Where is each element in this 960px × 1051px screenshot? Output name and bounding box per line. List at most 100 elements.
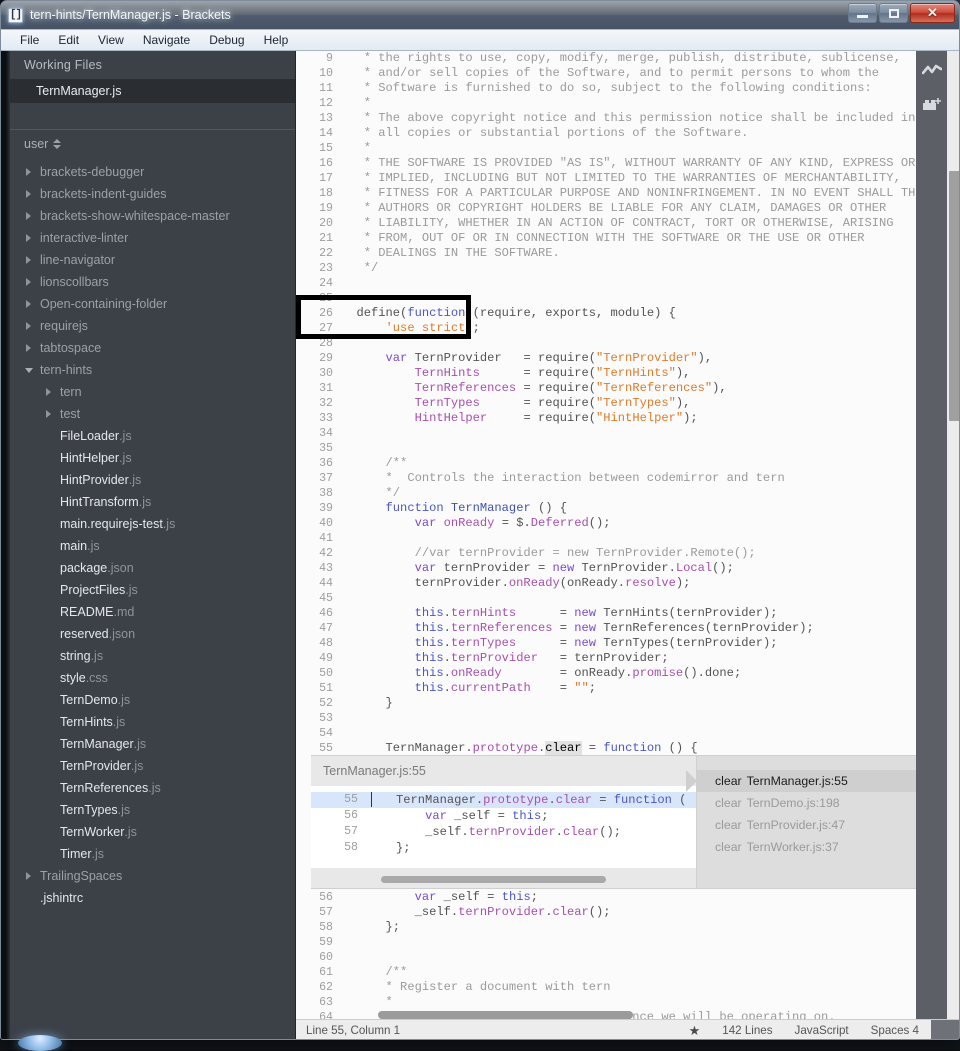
chevron-right-icon[interactable] <box>22 212 35 220</box>
menu-item-file[interactable]: File <box>11 32 48 48</box>
code-line[interactable]: 35 <box>296 441 960 456</box>
code-line[interactable]: 15 * <box>296 141 960 156</box>
code-line[interactable]: 47 this.ternReferences = new TernReferen… <box>296 621 960 636</box>
code-line[interactable]: 57 _self.ternProvider.clear(); <box>296 905 960 920</box>
code-line[interactable]: 10 * and/or sell copies of the Software,… <box>296 66 960 81</box>
code-line[interactable]: 13 * The above copyright notice and this… <box>296 111 960 126</box>
code-line[interactable]: 30 TernHints = require("TernHints"), <box>296 366 960 381</box>
tree-file-terntypes-js[interactable]: TernTypes.js <box>10 799 296 821</box>
code-line[interactable]: 62 * Register a document with tern <box>296 980 960 995</box>
code-line[interactable]: 11 * Software is furnished to do so, sub… <box>296 81 960 96</box>
star-icon[interactable]: ★ <box>689 1023 701 1039</box>
tree-folder-open-containing-folder[interactable]: Open-containing-folder <box>10 293 296 315</box>
inline-editor-pane[interactable]: TernManager.js : 55 55 TernManager.proto… <box>311 756 696 888</box>
related-file-item[interactable]: clearTernProvider.js : 47 <box>697 814 926 836</box>
tree-file-ternmanager-js[interactable]: TernManager.js <box>10 733 296 755</box>
code-line[interactable]: 51 this.currentPath = ""; <box>296 681 960 696</box>
taskbar-start-orb[interactable] <box>18 1035 62 1051</box>
code-line[interactable]: 61 /** <box>296 965 960 980</box>
chevron-right-icon[interactable] <box>22 872 35 880</box>
editor-hscrollbar[interactable] <box>378 1011 633 1019</box>
code-line[interactable]: 41 <box>296 531 960 546</box>
chevron-right-icon[interactable] <box>22 190 35 198</box>
code-line[interactable]: 14 * all copies or substantial portions … <box>296 126 960 141</box>
code-line[interactable]: 17 * IMPLIED, INCLUDING BUT NOT LIMITED … <box>296 171 960 186</box>
chevron-right-icon[interactable] <box>22 234 35 242</box>
indent-setting[interactable]: Spaces 4 <box>871 1024 919 1037</box>
code-line[interactable]: 43 var ternProvider = new TernProvider.L… <box>296 561 960 576</box>
tree-file-projectfiles-js[interactable]: ProjectFiles.js <box>10 579 296 601</box>
tree-folder-brackets-show-whitespace-master[interactable]: brackets-show-whitespace-master <box>10 205 296 227</box>
code-line[interactable]: 52 } <box>296 696 960 711</box>
title-bar[interactable]: [] tern-hints/TernManager.js - Brackets … <box>1 1 959 30</box>
menu-item-debug[interactable]: Debug <box>200 32 253 48</box>
code-line[interactable]: 28 <box>296 336 960 351</box>
tree-folder-tern[interactable]: tern <box>10 381 296 403</box>
code-line[interactable]: 60 <box>296 950 960 965</box>
tree-file-fileloader-js[interactable]: FileLoader.js <box>10 425 296 447</box>
code-line[interactable]: 12 * <box>296 96 960 111</box>
code-line[interactable]: 55 TernManager.prototype.clear = functio… <box>311 792 696 808</box>
code-line[interactable]: 40 var onReady = $.Deferred(); <box>296 516 960 531</box>
code-line[interactable]: 63 * <box>296 995 960 1010</box>
related-file-item[interactable]: clearTernManager.js : 55 <box>697 770 926 792</box>
tree-folder-trailingspaces[interactable]: TrailingSpaces <box>10 865 296 887</box>
code-line[interactable]: 29 var TernProvider = require("TernProvi… <box>296 351 960 366</box>
code-line[interactable]: 19 * AUTHORS OR COPYRIGHT HOLDERS BE LIA… <box>296 201 960 216</box>
code-line[interactable]: 34 <box>296 426 960 441</box>
code-line[interactable]: 23 */ <box>296 261 960 276</box>
code-line[interactable]: 37 * Controls the interaction between co… <box>296 471 960 486</box>
tree-folder-interactive-linter[interactable]: interactive-linter <box>10 227 296 249</box>
related-file-item[interactable]: clearTernWorker.js : 37 <box>697 836 926 858</box>
extension-manager-icon[interactable] <box>921 95 943 115</box>
chevron-right-icon[interactable] <box>22 300 35 308</box>
chevron-right-icon[interactable] <box>22 344 35 352</box>
code-line[interactable]: 46 this.ternHints = new TernHints(ternPr… <box>296 606 960 621</box>
code-line[interactable]: 57 _self.ternProvider.clear(); <box>311 824 696 840</box>
code-line[interactable]: 50 this.onReady = onReady.promise().done… <box>296 666 960 681</box>
code-line[interactable]: 31 TernReferences = require("TernReferen… <box>296 381 960 396</box>
code-line[interactable]: 55 TernManager.prototype.clear = functio… <box>296 741 960 756</box>
inline-editor-code[interactable]: 55 TernManager.prototype.clear = functio… <box>311 786 696 868</box>
code-line[interactable]: 56 var _self = this; <box>311 808 696 824</box>
editor-vscrollbar-thumb[interactable] <box>949 171 960 421</box>
code-line[interactable]: 22 * DEALINGS IN THE SOFTWARE. <box>296 246 960 261</box>
code-line[interactable]: 58 }; <box>296 920 960 935</box>
code-line[interactable]: 18 * FITNESS FOR A PARTICULAR PURPOSE AN… <box>296 186 960 201</box>
tree-folder-test[interactable]: test <box>10 403 296 425</box>
chevron-right-icon[interactable] <box>22 256 35 264</box>
code-line[interactable]: 59 <box>296 935 960 950</box>
menu-item-help[interactable]: Help <box>255 32 298 48</box>
code-line[interactable]: 39 function TernManager () { <box>296 501 960 516</box>
chevron-right-icon[interactable] <box>22 168 35 176</box>
code-line[interactable]: 26 define(function (require, exports, mo… <box>296 306 960 321</box>
tree-file-readme-md[interactable]: README.md <box>10 601 296 623</box>
minimize-button[interactable] <box>848 3 877 23</box>
code-line[interactable]: 44 ternProvider.onReady(onReady.resolve)… <box>296 576 960 591</box>
tree-file-reserved-json[interactable]: reserved.json <box>10 623 296 645</box>
inline-editor-hscrollbar[interactable] <box>381 876 606 883</box>
editor-vscrollbar[interactable] <box>947 51 960 1019</box>
tree-file-string-js[interactable]: string.js <box>10 645 296 667</box>
code-line[interactable]: 32 TernTypes = require("TernTypes"), <box>296 396 960 411</box>
chevron-right-icon[interactable] <box>42 388 55 396</box>
tree-file-timer-js[interactable]: Timer.js <box>10 843 296 865</box>
tree-folder-tabtospace[interactable]: tabtospace <box>10 337 296 359</box>
sidebar-scrollbar[interactable] <box>1 51 10 1040</box>
tree-file-terndemo-js[interactable]: TernDemo.js <box>10 689 296 711</box>
code-line[interactable]: 42 //var ternProvider = new TernProvider… <box>296 546 960 561</box>
tree-file-style-css[interactable]: style.css <box>10 667 296 689</box>
code-line[interactable]: 45 <box>296 591 960 606</box>
tree-file-ternworker-js[interactable]: TernWorker.js <box>10 821 296 843</box>
menu-item-edit[interactable]: Edit <box>49 32 88 48</box>
tree-folder-brackets-indent-guides[interactable]: brackets-indent-guides <box>10 183 296 205</box>
tree-file-main-requirejs-test-js[interactable]: main.requirejs-test.js <box>10 513 296 535</box>
close-button[interactable]: ✕ <box>910 3 955 23</box>
menu-item-navigate[interactable]: Navigate <box>134 32 199 48</box>
code-line[interactable]: 20 * LIABILITY, WHETHER IN AN ACTION OF … <box>296 216 960 231</box>
maximize-button[interactable] <box>879 3 908 23</box>
code-line[interactable]: 24 <box>296 276 960 291</box>
tree-file-hinthelper-js[interactable]: HintHelper.js <box>10 447 296 469</box>
tree-file-main-js[interactable]: main.js <box>10 535 296 557</box>
language-selector[interactable]: JavaScript <box>795 1024 849 1037</box>
